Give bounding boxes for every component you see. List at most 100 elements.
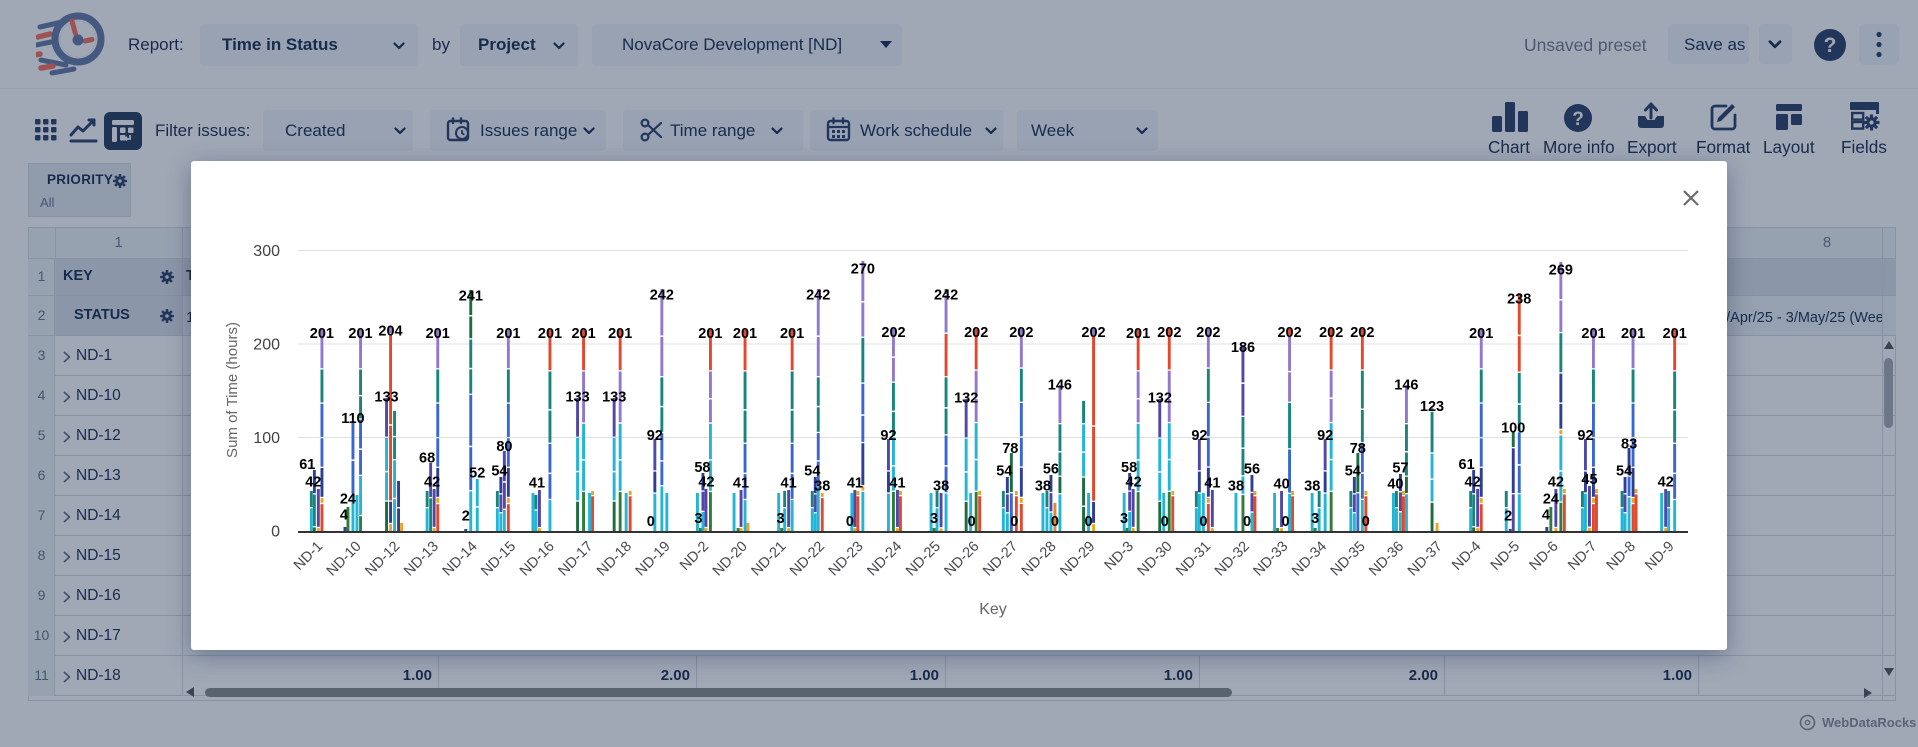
svg-text:ND-13: ND-13 xyxy=(401,539,442,580)
svg-text:ND-16: ND-16 xyxy=(517,539,558,580)
svg-text:?: ? xyxy=(1572,109,1584,130)
svg-text:61: 61 xyxy=(1459,457,1475,473)
svg-text:92: 92 xyxy=(1191,428,1207,444)
svg-text:3: 3 xyxy=(694,511,702,527)
svg-text:42: 42 xyxy=(1548,475,1564,491)
svg-text:0: 0 xyxy=(1161,514,1169,530)
svg-text:201: 201 xyxy=(496,326,520,342)
svg-text:ND-2: ND-2 xyxy=(677,539,712,574)
svg-text:45: 45 xyxy=(1581,472,1597,488)
svg-text:3: 3 xyxy=(1311,511,1319,527)
svg-text:80: 80 xyxy=(496,439,512,455)
svg-text:ND-20: ND-20 xyxy=(710,539,751,580)
svg-text:ND-33: ND-33 xyxy=(1250,539,1291,580)
svg-text:133: 133 xyxy=(565,390,589,406)
svg-text:ND-26: ND-26 xyxy=(942,539,983,580)
svg-text:201: 201 xyxy=(608,326,632,342)
svg-text:0: 0 xyxy=(968,514,976,530)
svg-text:41: 41 xyxy=(781,476,797,492)
svg-text:201: 201 xyxy=(1663,326,1687,342)
svg-text:41: 41 xyxy=(847,476,863,492)
svg-text:202: 202 xyxy=(1157,325,1181,341)
svg-text:ND-37: ND-37 xyxy=(1405,539,1446,580)
svg-text:Sum of Time (hours): Sum of Time (hours) xyxy=(224,322,241,458)
svg-text:41: 41 xyxy=(1204,476,1220,492)
svg-text:201: 201 xyxy=(733,326,757,342)
svg-text:133: 133 xyxy=(602,390,626,406)
svg-text:54: 54 xyxy=(996,464,1012,480)
svg-text:38: 38 xyxy=(1304,479,1320,495)
svg-text:42: 42 xyxy=(1658,475,1674,491)
svg-text:201: 201 xyxy=(1126,326,1150,342)
svg-text:78: 78 xyxy=(1002,441,1018,457)
svg-text:ND-32: ND-32 xyxy=(1212,539,1253,580)
svg-text:52: 52 xyxy=(469,465,485,481)
svg-text:0: 0 xyxy=(1051,514,1059,530)
svg-text:ND-15: ND-15 xyxy=(478,539,519,580)
svg-text:201: 201 xyxy=(698,326,722,342)
svg-text:54: 54 xyxy=(804,464,820,480)
svg-text:202: 202 xyxy=(1277,325,1301,341)
svg-text:38: 38 xyxy=(814,479,830,495)
svg-text:100: 100 xyxy=(253,430,280,447)
svg-text:0: 0 xyxy=(846,514,854,530)
svg-text:58: 58 xyxy=(694,460,710,476)
svg-text:ND-35: ND-35 xyxy=(1328,539,1369,580)
svg-text:202: 202 xyxy=(1196,325,1220,341)
svg-text:ND-1: ND-1 xyxy=(291,539,326,574)
svg-text:ND-23: ND-23 xyxy=(826,539,867,580)
svg-text:4: 4 xyxy=(1542,508,1550,524)
svg-text:201: 201 xyxy=(780,326,804,342)
svg-text:92: 92 xyxy=(1577,428,1593,444)
svg-text:24: 24 xyxy=(1543,492,1559,508)
svg-text:?: ? xyxy=(1824,34,1837,57)
svg-text:242: 242 xyxy=(934,288,958,304)
svg-text:40: 40 xyxy=(1387,477,1403,493)
svg-text:54: 54 xyxy=(491,464,507,480)
svg-text:ND-29: ND-29 xyxy=(1057,539,1098,580)
svg-text:ND-7: ND-7 xyxy=(1565,539,1600,574)
svg-text:41: 41 xyxy=(889,476,905,492)
svg-text:242: 242 xyxy=(806,288,830,304)
svg-text:201: 201 xyxy=(1581,326,1605,342)
svg-text:38: 38 xyxy=(1228,479,1244,495)
svg-text:ND-31: ND-31 xyxy=(1173,539,1214,580)
svg-text:58: 58 xyxy=(1121,460,1137,476)
svg-text:42: 42 xyxy=(1465,475,1481,491)
svg-text:54: 54 xyxy=(1345,464,1361,480)
svg-text:269: 269 xyxy=(1549,263,1573,279)
svg-text:ND-28: ND-28 xyxy=(1019,539,1060,580)
svg-text:57: 57 xyxy=(1392,461,1408,477)
svg-text:133: 133 xyxy=(374,390,398,406)
svg-text:42: 42 xyxy=(698,475,714,491)
svg-text:38: 38 xyxy=(1035,479,1051,495)
svg-text:270: 270 xyxy=(851,262,875,278)
svg-text:61: 61 xyxy=(299,457,315,473)
svg-text:200: 200 xyxy=(253,337,280,354)
svg-text:146: 146 xyxy=(1048,378,1072,394)
svg-text:92: 92 xyxy=(880,428,896,444)
svg-text:ND-21: ND-21 xyxy=(748,539,789,580)
svg-text:ND-34: ND-34 xyxy=(1289,539,1330,580)
svg-text:202: 202 xyxy=(1009,325,1033,341)
svg-text:ND-24: ND-24 xyxy=(864,539,905,580)
svg-text:ND-27: ND-27 xyxy=(980,539,1021,580)
svg-text:ND-8: ND-8 xyxy=(1604,539,1639,574)
svg-text:ND-12: ND-12 xyxy=(362,539,403,580)
svg-text:ND-4: ND-4 xyxy=(1449,539,1484,574)
svg-text:56: 56 xyxy=(1043,462,1059,478)
svg-text:ND-25: ND-25 xyxy=(903,539,944,580)
svg-text:4: 4 xyxy=(340,508,348,524)
svg-text:ND-5: ND-5 xyxy=(1488,539,1523,574)
svg-text:0: 0 xyxy=(647,514,655,530)
svg-text:92: 92 xyxy=(647,428,663,444)
svg-text:3: 3 xyxy=(930,511,938,527)
svg-text:ND-14: ND-14 xyxy=(440,539,481,580)
svg-text:24: 24 xyxy=(340,492,356,508)
svg-text:201: 201 xyxy=(426,326,450,342)
svg-text:0: 0 xyxy=(1243,514,1251,530)
svg-text:68: 68 xyxy=(419,450,435,466)
svg-text:ND-19: ND-19 xyxy=(633,539,674,580)
svg-text:202: 202 xyxy=(1350,325,1374,341)
svg-text:2: 2 xyxy=(462,508,470,524)
